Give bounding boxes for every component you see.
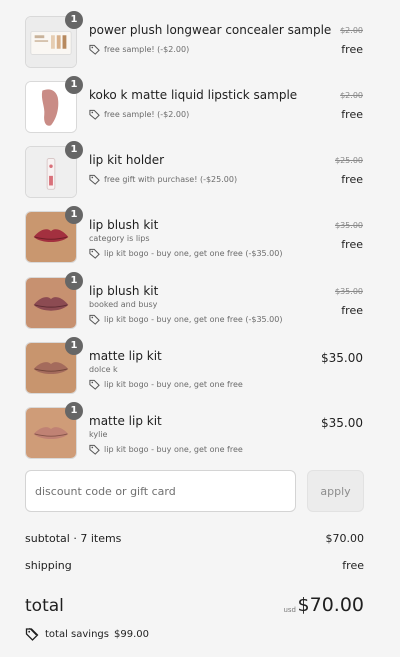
tag-icon (89, 109, 100, 120)
item-price: free (341, 173, 363, 186)
item-price: $35.00 (321, 416, 363, 430)
subtotal-row: subtotal · 7 items $70.00 (25, 532, 364, 545)
savings-value: $99.00 (113, 628, 149, 640)
subtotal-label: subtotal · 7 items (25, 532, 122, 545)
total-label: total (25, 596, 64, 616)
tag-icon (89, 444, 100, 455)
product-name: koko k matte liquid lipstick sample (89, 88, 298, 102)
variant-name: kylie (89, 430, 108, 439)
cart-item: 1 matte lip kit dolce k lip kit bogo - b… (0, 337, 400, 398)
tag-icon (89, 44, 100, 55)
shipping-label: shipping (25, 559, 72, 572)
quantity-badge: 1 (65, 402, 83, 420)
quantity-badge: 1 (65, 11, 83, 29)
discount-line: lip kit bogo - buy one, get one free (-$… (89, 314, 282, 325)
subtotal-value: $70.00 (325, 532, 365, 545)
cart-item: 1 matte lip kit kylie lip kit bogo - buy… (0, 402, 400, 463)
tag-icon (89, 379, 100, 390)
discount-line: lip kit bogo - buy one, get one free (-$… (89, 248, 282, 259)
quantity-badge: 1 (65, 141, 83, 159)
item-price: free (341, 108, 363, 121)
savings-tag-icon (25, 627, 39, 641)
original-price: $35.00 (335, 221, 363, 230)
cart-item: 1 power plush longwear concealer sample … (0, 11, 400, 72)
product-name: lip kit holder (89, 153, 165, 167)
variant-name: booked and busy (89, 300, 158, 309)
quantity-badge: 1 (65, 76, 83, 94)
discount-text: lip kit bogo - buy one, get one free (104, 380, 243, 389)
product-name: lip blush kit (89, 284, 159, 298)
quantity-badge: 1 (65, 272, 83, 290)
cart-item: 1 lip kit holder free gift with purchase… (0, 141, 400, 202)
variant-name: dolce k (89, 365, 118, 374)
savings-label: total savings (45, 628, 109, 640)
discount-line: lip kit bogo - buy one, get one free (89, 444, 243, 455)
discount-text: free gift with purchase! (-$25.00) (104, 175, 238, 184)
discount-line: free sample! (-$2.00) (89, 109, 189, 120)
product-name: lip blush kit (89, 218, 159, 232)
discount-line: lip kit bogo - buy one, get one free (89, 379, 243, 390)
item-price: $35.00 (321, 351, 363, 365)
item-price: free (341, 43, 363, 56)
product-name: power plush longwear concealer sample (89, 23, 332, 37)
variant-name: category is lips (89, 234, 150, 243)
discount-code-input[interactable] (25, 470, 296, 512)
total-savings: total savings $99.00 (25, 627, 149, 641)
discount-text: lip kit bogo - buy one, get one free (-$… (104, 249, 283, 258)
cart-item: 1 koko k matte liquid lipstick sample fr… (0, 76, 400, 137)
original-price: $25.00 (335, 156, 363, 165)
discount-line: free sample! (-$2.00) (89, 44, 189, 55)
item-price: free (341, 238, 363, 251)
tag-icon (89, 248, 100, 259)
item-price: free (341, 304, 363, 317)
cart-item: 1 lip blush kit category is lips lip kit… (0, 206, 400, 267)
product-name: matte lip kit (89, 414, 162, 428)
tag-icon (89, 174, 100, 185)
shipping-row: shipping free (25, 559, 364, 572)
tag-icon (89, 314, 100, 325)
currency-code: usd (283, 606, 296, 614)
quantity-badge: 1 (65, 206, 83, 224)
cart-item: 1 lip blush kit booked and busy lip kit … (0, 272, 400, 333)
product-name: matte lip kit (89, 349, 162, 363)
original-price: $2.00 (340, 26, 363, 35)
discount-text: free sample! (-$2.00) (104, 45, 190, 54)
discount-text: lip kit bogo - buy one, get one free (104, 445, 243, 454)
discount-text: lip kit bogo - buy one, get one free (-$… (104, 315, 283, 324)
apply-button[interactable]: apply (307, 470, 364, 512)
total-row: total usd $70.00 (25, 594, 364, 620)
discount-form: apply (25, 470, 364, 512)
discount-text: free sample! (-$2.00) (104, 110, 190, 119)
shipping-value: free (342, 559, 364, 572)
total-value: $70.00 (297, 594, 364, 616)
discount-line: free gift with purchase! (-$25.00) (89, 174, 237, 185)
original-price: $2.00 (340, 91, 363, 100)
quantity-badge: 1 (65, 337, 83, 355)
original-price: $35.00 (335, 287, 363, 296)
